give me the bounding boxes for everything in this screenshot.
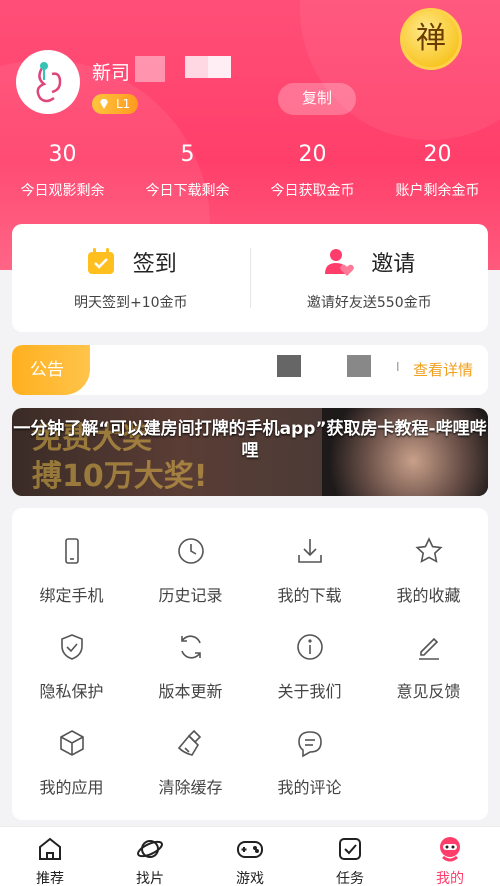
- menu-privacy[interactable]: 隐私保护: [12, 632, 131, 702]
- stat-download-remaining: 5 今日下载剩余: [125, 140, 250, 200]
- menu-label: 绑定手机: [39, 586, 104, 605]
- menu-history[interactable]: 历史记录: [131, 536, 250, 606]
- clock-icon: [177, 538, 204, 564]
- home-icon: [39, 837, 61, 860]
- stat-label: 今日获取金币: [270, 183, 355, 199]
- level-label: L1: [116, 97, 131, 111]
- tab-find-videos[interactable]: 找片: [100, 827, 200, 886]
- menu-label: 历史记录: [158, 586, 223, 605]
- level-badge: L1: [92, 94, 139, 114]
- copy-button[interactable]: 复制: [278, 83, 356, 115]
- menu-about[interactable]: 关于我们: [250, 632, 369, 702]
- banner-bg-line: 搏10万大奖!: [32, 459, 208, 494]
- stat-coins-balance: 20 账户剩余金币: [375, 140, 500, 200]
- calendar-check-icon: [87, 248, 114, 274]
- invite-button[interactable]: 邀请 邀请好友送550金币: [251, 224, 489, 332]
- stat-value: 30: [48, 142, 77, 167]
- menu-label: 我的下载: [277, 586, 342, 605]
- decorative-circle: [300, 0, 500, 140]
- shield-icon: [60, 634, 83, 660]
- menu-label: 清除缓存: [158, 778, 223, 797]
- menu-label: 我的收藏: [396, 586, 461, 605]
- menu-version-update[interactable]: 版本更新: [131, 632, 250, 702]
- tab-label: 我的: [436, 871, 464, 886]
- menu-label: 我的评论: [277, 778, 342, 797]
- cube-icon: [59, 730, 84, 756]
- planet-icon: [137, 840, 163, 858]
- tab-games[interactable]: 游戏: [200, 827, 300, 886]
- masked-text: [277, 355, 301, 377]
- menu-label: 我的应用: [39, 778, 104, 797]
- comment-icon: [297, 731, 322, 758]
- broom-icon: [177, 729, 201, 756]
- profile-icon: [440, 837, 460, 862]
- masked-text: [347, 355, 371, 377]
- task-icon: [339, 838, 361, 860]
- tab-recommend[interactable]: 推荐: [0, 827, 100, 886]
- menu-my-comments[interactable]: 我的评论: [250, 728, 369, 798]
- banner-title: 一分钟了解“可以建房间打牌的手机app”获取房卡教程-哔哩哔哩: [13, 419, 487, 461]
- menu-clear-cache[interactable]: 清除缓存: [131, 728, 250, 798]
- username: 新司: [92, 62, 131, 84]
- menu-favorites[interactable]: 我的收藏: [369, 536, 488, 606]
- view-details-link[interactable]: 查看详情: [413, 359, 473, 380]
- info-icon: [296, 634, 323, 660]
- invite-title: 邀请: [371, 252, 416, 277]
- checkin-invite-card: 签到 明天签到+10金币 邀请 邀请好友送550金币: [12, 224, 488, 332]
- diamond-icon: [100, 99, 108, 109]
- menu-downloads[interactable]: 我的下载: [250, 536, 369, 606]
- stat-value: 20: [423, 142, 452, 167]
- refresh-icon: [180, 635, 201, 659]
- menu-label: 隐私保护: [39, 682, 104, 701]
- checkin-subtitle: 明天签到+10金币: [73, 295, 188, 311]
- stat-label: 今日观影剩余: [20, 183, 105, 199]
- stat-watch-remaining: 30 今日观影剩余: [0, 140, 125, 200]
- avatar-logo-icon: [36, 62, 62, 103]
- menu-my-apps[interactable]: 我的应用: [12, 728, 131, 798]
- avatar[interactable]: [16, 50, 80, 114]
- announcement-tag: 公告: [12, 345, 90, 395]
- tab-label: 找片: [136, 871, 164, 886]
- star-icon: [414, 537, 443, 563]
- menu-label: 版本更新: [158, 682, 223, 701]
- stats-row: 30 今日观影剩余 5 今日下载剩余 20 今日获取金币 20 账户剩余金币: [0, 140, 500, 200]
- masked-text: [135, 56, 165, 82]
- menu-label: 关于我们: [277, 682, 342, 701]
- edit-icon: [418, 637, 439, 660]
- menu-feedback[interactable]: 意见反馈: [369, 632, 488, 702]
- download-icon: [297, 539, 322, 563]
- stat-coins-today: 20 今日获取金币: [250, 140, 375, 200]
- zen-badge[interactable]: 禅: [400, 8, 462, 70]
- menu-label: 意见反馈: [396, 682, 461, 701]
- user-heart-icon: [325, 249, 355, 276]
- feature-menu: 绑定手机 历史记录 我的下载 我的收藏 隐私保护 版本更新 关于我们 意见反馈: [12, 508, 488, 820]
- checkin-title: 签到: [132, 252, 177, 277]
- stat-label: 账户剩余金币: [395, 183, 480, 199]
- masked-text: [185, 56, 231, 78]
- stat-value: 5: [180, 142, 195, 167]
- tab-label: 游戏: [236, 871, 264, 886]
- tab-label: 任务: [336, 871, 364, 886]
- announcement-bar[interactable]: 公告 I 查看详情: [12, 345, 488, 395]
- gamepad-icon: [237, 841, 263, 858]
- stat-value: 20: [298, 142, 327, 167]
- tab-tasks[interactable]: 任务: [300, 827, 400, 886]
- menu-bind-phone[interactable]: 绑定手机: [12, 536, 131, 606]
- bottom-tab-bar: 推荐 找片 游戏 任务 我的: [0, 826, 500, 886]
- stat-label: 今日下载剩余: [145, 183, 230, 199]
- invite-subtitle: 邀请好友送550金币: [306, 295, 432, 311]
- tab-label: 推荐: [36, 871, 64, 886]
- checkin-button[interactable]: 签到 明天签到+10金币: [12, 224, 250, 332]
- tab-profile[interactable]: 我的: [400, 827, 500, 886]
- phone-icon: [64, 538, 79, 564]
- announcement-text: I: [396, 360, 400, 374]
